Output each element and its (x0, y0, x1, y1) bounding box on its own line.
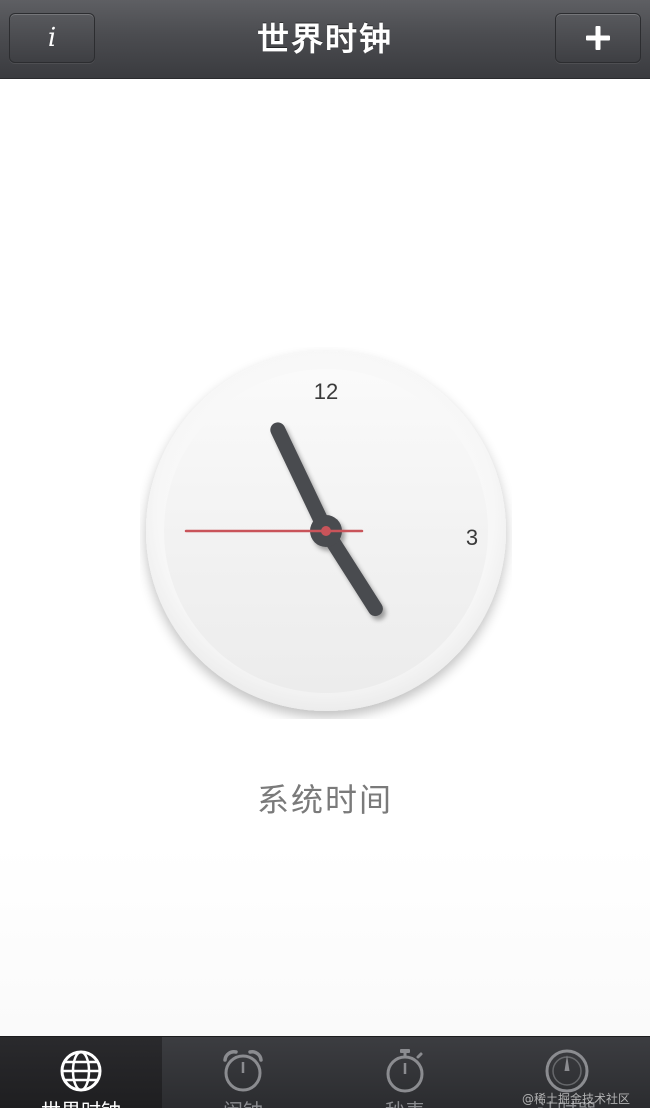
tab-alarm[interactable]: 闹钟 (162, 1037, 324, 1108)
add-button[interactable] (555, 13, 641, 63)
stopwatch-icon (386, 1049, 424, 1093)
navigation-bar: i 世界时钟 (0, 0, 650, 79)
alarm-clock-icon (223, 1050, 263, 1092)
second-hub (321, 526, 331, 536)
tab-stopwatch[interactable]: 秒表 (324, 1037, 486, 1108)
tab-label: 闹钟 (162, 1099, 324, 1108)
clock-caption: 系统时间 (256, 781, 393, 819)
analog-clock: 12 3 (140, 347, 512, 719)
tab-label: 世界时钟 (0, 1099, 162, 1108)
globe-icon (60, 1050, 102, 1092)
page-title: 世界时钟 (256, 20, 393, 58)
app-screen: i 世界时钟 12 3 系统时间 @稀土掘金技术社区 (0, 0, 650, 1108)
tab-label: 秒表 (324, 1099, 486, 1108)
watermark: @稀土掘金技术社区 (521, 1092, 630, 1106)
timer-icon (545, 1049, 589, 1093)
tab-world-clock[interactable]: 世界时钟 (0, 1037, 162, 1108)
numeral-3: 3 (466, 525, 478, 550)
numeral-12: 12 (314, 379, 338, 404)
content-area: 12 3 系统时间 (0, 79, 650, 1036)
plus-icon (586, 26, 610, 50)
